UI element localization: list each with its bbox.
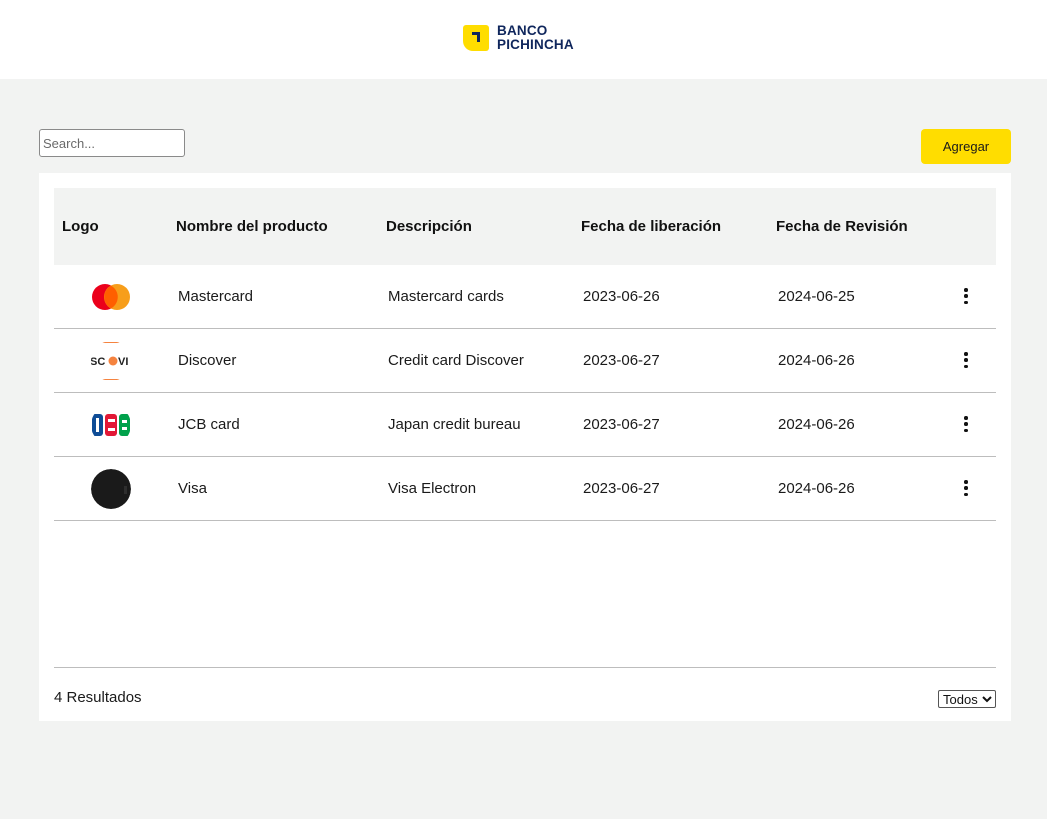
product-name: JCB card	[178, 416, 240, 433]
page-size-select[interactable]: Todos	[938, 690, 996, 708]
discover-logo-icon: SC VI	[91, 341, 131, 381]
product-description: Mastercard cards	[388, 288, 504, 305]
table-row: JCB card Japan credit bureau 2023-06-27 …	[54, 393, 996, 457]
column-header-revision-date: Fecha de Revisión	[776, 218, 908, 235]
row-actions-kebab-icon[interactable]	[960, 287, 972, 305]
release-date: 2023-06-27	[583, 480, 660, 497]
table-header: Logo Nombre del producto Descripción Fec…	[54, 188, 996, 265]
banco-pichincha-mark-icon	[463, 25, 489, 51]
table-row: Mastercard Mastercard cards 2023-06-26 2…	[54, 265, 996, 329]
brand-logo: BANCO PICHINCHA	[463, 24, 574, 52]
svg-text:SC: SC	[91, 356, 105, 368]
jcb-logo-icon	[91, 405, 131, 445]
product-description: Credit card Discover	[388, 352, 524, 369]
product-name: Discover	[178, 352, 237, 369]
release-date: 2023-06-27	[583, 352, 660, 369]
row-actions-kebab-icon[interactable]	[960, 479, 972, 497]
table-row: Visa Visa Electron 2023-06-27 2024-06-26	[54, 457, 996, 521]
column-header-description: Descripción	[386, 218, 472, 235]
brand-line-1: BANCO	[497, 23, 548, 38]
product-description: Japan credit bureau	[388, 416, 521, 433]
table-row: SC VI Discover Credit card Discover 2023…	[54, 329, 996, 393]
revision-date: 2024-06-25	[778, 288, 855, 305]
row-actions-kebab-icon[interactable]	[960, 415, 972, 433]
column-header-logo: Logo	[62, 218, 99, 235]
svg-text:VI: VI	[118, 356, 128, 368]
revision-date: 2024-06-26	[778, 480, 855, 497]
brand-wordmark: BANCO PICHINCHA	[497, 24, 574, 52]
row-actions-kebab-icon[interactable]	[960, 351, 972, 369]
release-date: 2023-06-27	[583, 416, 660, 433]
revision-date: 2024-06-26	[778, 416, 855, 433]
visa-logo-icon	[91, 469, 131, 509]
product-description: Visa Electron	[388, 480, 477, 497]
product-name: Mastercard	[178, 288, 254, 305]
products-table-card: Logo Nombre del producto Descripción Fec…	[39, 173, 1011, 721]
column-header-release-date: Fecha de liberación	[581, 218, 722, 235]
results-count: 4 Resultados	[54, 689, 142, 706]
mastercard-logo-icon	[91, 277, 131, 317]
app-header: BANCO PICHINCHA	[0, 0, 1047, 79]
brand-line-2: PICHINCHA	[497, 37, 574, 52]
product-name: Visa	[178, 480, 207, 497]
column-header-name: Nombre del producto	[176, 218, 328, 235]
footer-divider	[54, 667, 996, 668]
search-input[interactable]	[39, 129, 185, 157]
revision-date: 2024-06-26	[778, 352, 855, 369]
release-date: 2023-06-26	[583, 288, 660, 305]
add-product-button[interactable]: Agregar	[921, 129, 1011, 164]
